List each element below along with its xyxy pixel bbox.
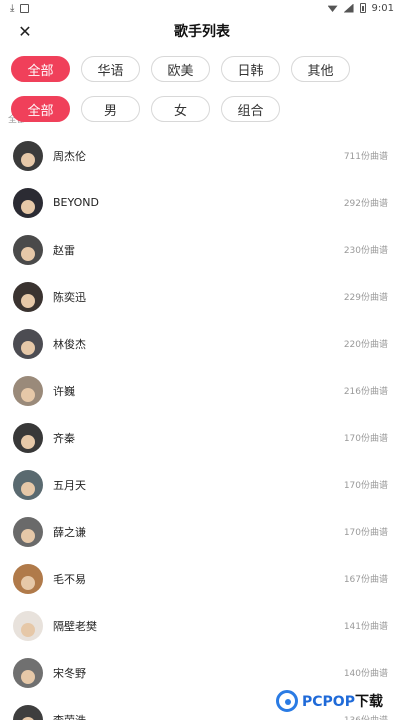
filter-gender-male[interactable]: 男 (81, 96, 140, 122)
status-left: ⤓ (10, 2, 30, 14)
avatar (13, 187, 43, 218)
score-count: 140份曲谱 (343, 669, 388, 679)
watermark: PCPOP下载 (276, 686, 400, 716)
singer-name: 薛之谦 (53, 525, 86, 539)
singer-name: 林俊杰 (53, 337, 86, 351)
singer-row[interactable]: 赵雷 230份曲谱 (0, 226, 404, 273)
filter-gender-group[interactable]: 组合 (221, 96, 280, 122)
singer-row[interactable]: 薛之谦 170份曲谱 (0, 508, 404, 555)
score-count: 229份曲谱 (343, 293, 388, 303)
avatar (13, 375, 43, 406)
status-right: 9:01 (327, 2, 394, 14)
wifi-icon (327, 5, 338, 12)
score-count: 170份曲谱 (343, 528, 388, 538)
singer-name: 赵雷 (53, 243, 75, 257)
gender-filter: 全部 男 女 组合 (0, 96, 404, 122)
score-count: 292份曲谱 (343, 199, 388, 209)
singer-row[interactable]: 毛不易 167份曲谱 (0, 555, 404, 602)
score-count: 220份曲谱 (343, 340, 388, 350)
avatar (13, 234, 43, 265)
avatar (13, 610, 43, 641)
avatar (13, 516, 43, 547)
filter-gender-female[interactable]: 女 (151, 96, 210, 122)
singer-name: 周杰伦 (53, 149, 86, 163)
singer-name: 齐秦 (53, 431, 75, 445)
singer-row[interactable]: 周杰伦 711份曲谱 (0, 132, 404, 179)
score-count: 170份曲谱 (343, 481, 388, 491)
filter-gender-all[interactable]: 全部 (11, 96, 70, 122)
filter-region-other[interactable]: 其他 (291, 56, 350, 82)
avatar (13, 469, 43, 500)
avatar (13, 657, 43, 688)
avatar (13, 140, 43, 171)
close-icon[interactable]: ✕ (15, 21, 35, 41)
region-filter: 全部 华语 欧美 日韩 其他 (0, 56, 404, 82)
singer-list: 周杰伦 711份曲谱 BEYOND 292份曲谱赵雷 230份曲谱陈奕迅 229份曲谱林俊… (0, 132, 404, 720)
pcpop-logo-icon (276, 690, 298, 712)
singer-row[interactable]: 许巍 216份曲谱 (0, 367, 404, 414)
avatar (13, 328, 43, 359)
singer-row[interactable]: 五月天 170份曲谱 (0, 461, 404, 508)
score-count: 141份曲谱 (343, 622, 388, 632)
battery-icon (359, 3, 366, 13)
filter-region-western[interactable]: 欧美 (151, 56, 210, 82)
signal-icon (343, 3, 354, 13)
filter-region-all[interactable]: 全部 (11, 56, 70, 82)
score-count: 711份曲谱 (343, 152, 388, 162)
score-count: 216份曲谱 (343, 387, 388, 397)
avatar (13, 563, 43, 594)
singer-name: 五月天 (53, 478, 86, 492)
singer-row[interactable]: 陈奕迅 229份曲谱 (0, 273, 404, 320)
avatar (13, 422, 43, 453)
singer-row[interactable]: 齐秦 170份曲谱 (0, 414, 404, 461)
score-count: 170份曲谱 (343, 434, 388, 444)
singer-name: 毛不易 (53, 572, 86, 586)
status-bar: ⤓ 9:01 (0, 0, 404, 16)
singer-name: 隔壁老樊 (53, 619, 97, 633)
filter-region-jpkr[interactable]: 日韩 (221, 56, 280, 82)
singer-name: 宋冬野 (53, 666, 86, 680)
notification-icon (20, 3, 30, 13)
avatar (13, 704, 43, 720)
page-title: 歌手列表 (174, 24, 230, 40)
avatar (13, 281, 43, 312)
singer-row[interactable]: BEYOND 292份曲谱 (0, 179, 404, 226)
filter-region-chinese[interactable]: 华语 (81, 56, 140, 82)
download-icon: ⤓ (10, 2, 15, 14)
singer-row[interactable]: 林俊杰 220份曲谱 (0, 320, 404, 367)
singer-name: BEYOND (53, 196, 99, 209)
singer-name: 陈奕迅 (53, 290, 86, 304)
watermark-text: PCPOP下载 (302, 694, 383, 710)
singer-name: 许巍 (53, 384, 75, 398)
score-count: 167份曲谱 (343, 575, 388, 585)
singer-row[interactable]: 隔壁老樊 141份曲谱 (0, 602, 404, 649)
score-count: 230份曲谱 (343, 246, 388, 256)
status-time: 9:01 (371, 2, 394, 14)
header: ✕ 歌手列表 (0, 16, 404, 46)
